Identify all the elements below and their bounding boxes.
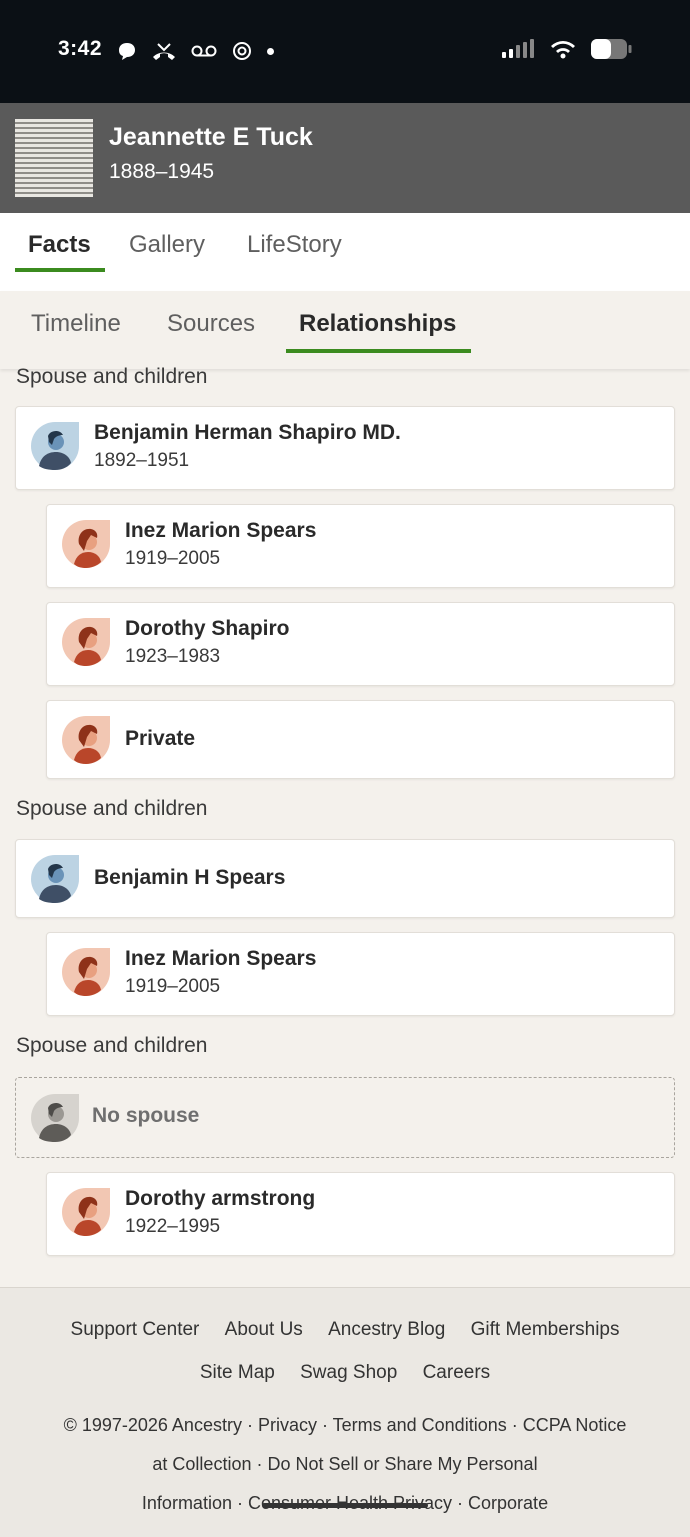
child-name: Dorothy armstrong bbox=[125, 1187, 316, 1210]
active-tab-indicator bbox=[15, 268, 105, 272]
child-card[interactable]: Dorothy Shapiro 1923–1983 bbox=[46, 602, 675, 686]
child-name: Private bbox=[125, 727, 196, 750]
footer-link-support-center[interactable]: Support Center bbox=[71, 1319, 200, 1340]
sub-tabs: Timeline Sources Relationships bbox=[0, 291, 690, 369]
female-avatar-icon bbox=[62, 716, 110, 764]
child-dates: 1919–2005 bbox=[125, 976, 221, 997]
section-label-spouse-children: Spouse and children bbox=[16, 365, 208, 388]
child-dates: 1923–1983 bbox=[125, 646, 221, 667]
section-label-spouse-children: Spouse and children bbox=[16, 1034, 208, 1057]
footer-link-swag-shop[interactable]: Swag Shop bbox=[300, 1362, 397, 1383]
female-avatar-icon bbox=[62, 520, 110, 568]
child-dates: 1922–1995 bbox=[125, 1216, 221, 1237]
wifi-icon bbox=[551, 41, 575, 59]
main-tabs: Facts Gallery LifeStory bbox=[0, 213, 690, 291]
spouse-dates: 1892–1951 bbox=[94, 450, 190, 471]
missed-call-icon bbox=[153, 43, 175, 60]
footer-link-gift-memberships[interactable]: Gift Memberships bbox=[471, 1319, 620, 1340]
legal-line[interactable]: at Collection · Do Not Sell or Share My … bbox=[30, 1445, 660, 1484]
male-avatar-icon bbox=[31, 855, 79, 903]
signal-icon bbox=[502, 39, 534, 58]
notification-icons bbox=[117, 40, 274, 62]
female-avatar-icon bbox=[62, 618, 110, 666]
spouse-name: Benjamin Herman Shapiro MD. bbox=[94, 421, 401, 444]
person-thumbnail[interactable] bbox=[15, 119, 93, 197]
chat-bubble-icon bbox=[119, 43, 135, 60]
battery-icon bbox=[591, 39, 632, 59]
male-avatar-icon bbox=[31, 422, 79, 470]
female-avatar-icon bbox=[62, 948, 110, 996]
child-name: Inez Marion Spears bbox=[125, 947, 317, 970]
home-indicator[interactable] bbox=[262, 1503, 428, 1508]
footer-link-ancestry-blog[interactable]: Ancestry Blog bbox=[328, 1319, 445, 1340]
tab-sources[interactable]: Sources bbox=[167, 310, 255, 338]
footer: Support Center About Us Ancestry Blog Gi… bbox=[0, 1287, 690, 1537]
legal-line[interactable]: © 1997-2026 Ancestry · Privacy · Terms a… bbox=[30, 1406, 660, 1445]
tab-gallery[interactable]: Gallery bbox=[129, 231, 205, 259]
tab-lifestory[interactable]: LifeStory bbox=[247, 231, 342, 259]
section-label-spouse-children: Spouse and children bbox=[16, 797, 208, 820]
female-avatar-icon bbox=[62, 1188, 110, 1236]
child-name: Inez Marion Spears bbox=[125, 519, 317, 542]
status-time: 3:42 bbox=[58, 37, 103, 60]
spouse-card[interactable]: Benjamin Herman Shapiro MD. 1892–1951 bbox=[15, 406, 675, 490]
child-dates: 1919–2005 bbox=[125, 548, 221, 569]
voicemail-icon bbox=[191, 45, 217, 57]
footer-links-secondary: Site Map Swag Shop Careers bbox=[0, 1362, 690, 1384]
more-notifications-dot bbox=[267, 47, 274, 55]
child-card[interactable]: Inez Marion Spears 1919–2005 bbox=[46, 932, 675, 1016]
no-spouse-label: No spouse bbox=[92, 1104, 200, 1127]
child-card[interactable]: Private bbox=[46, 700, 675, 779]
active-subtab-indicator bbox=[286, 349, 471, 353]
status-bar: 3:42 bbox=[0, 0, 690, 103]
spouse-name: Benjamin H Spears bbox=[94, 866, 286, 889]
footer-link-careers[interactable]: Careers bbox=[423, 1362, 491, 1383]
child-card[interactable]: Dorothy armstrong 1922–1995 bbox=[46, 1172, 675, 1256]
footer-link-about-us[interactable]: About Us bbox=[225, 1319, 303, 1340]
footer-links-primary: Support Center About Us Ancestry Blog Gi… bbox=[0, 1319, 690, 1341]
tab-timeline[interactable]: Timeline bbox=[31, 310, 121, 338]
no-spouse-card[interactable]: No spouse bbox=[15, 1077, 675, 1158]
person-header: Jeannette E Tuck 1888–1945 bbox=[0, 103, 690, 213]
child-card[interactable]: Inez Marion Spears 1919–2005 bbox=[46, 504, 675, 588]
person-name: Jeannette E Tuck bbox=[109, 123, 313, 151]
child-name: Dorothy Shapiro bbox=[125, 617, 290, 640]
unknown-avatar-icon bbox=[31, 1094, 79, 1142]
openai-icon bbox=[233, 42, 251, 60]
tab-facts[interactable]: Facts bbox=[28, 231, 91, 259]
system-icons bbox=[502, 38, 632, 60]
footer-link-site-map[interactable]: Site Map bbox=[200, 1362, 275, 1383]
person-dates: 1888–1945 bbox=[109, 160, 215, 183]
tab-relationships[interactable]: Relationships bbox=[299, 310, 456, 338]
spouse-card[interactable]: Benjamin H Spears bbox=[15, 839, 675, 918]
